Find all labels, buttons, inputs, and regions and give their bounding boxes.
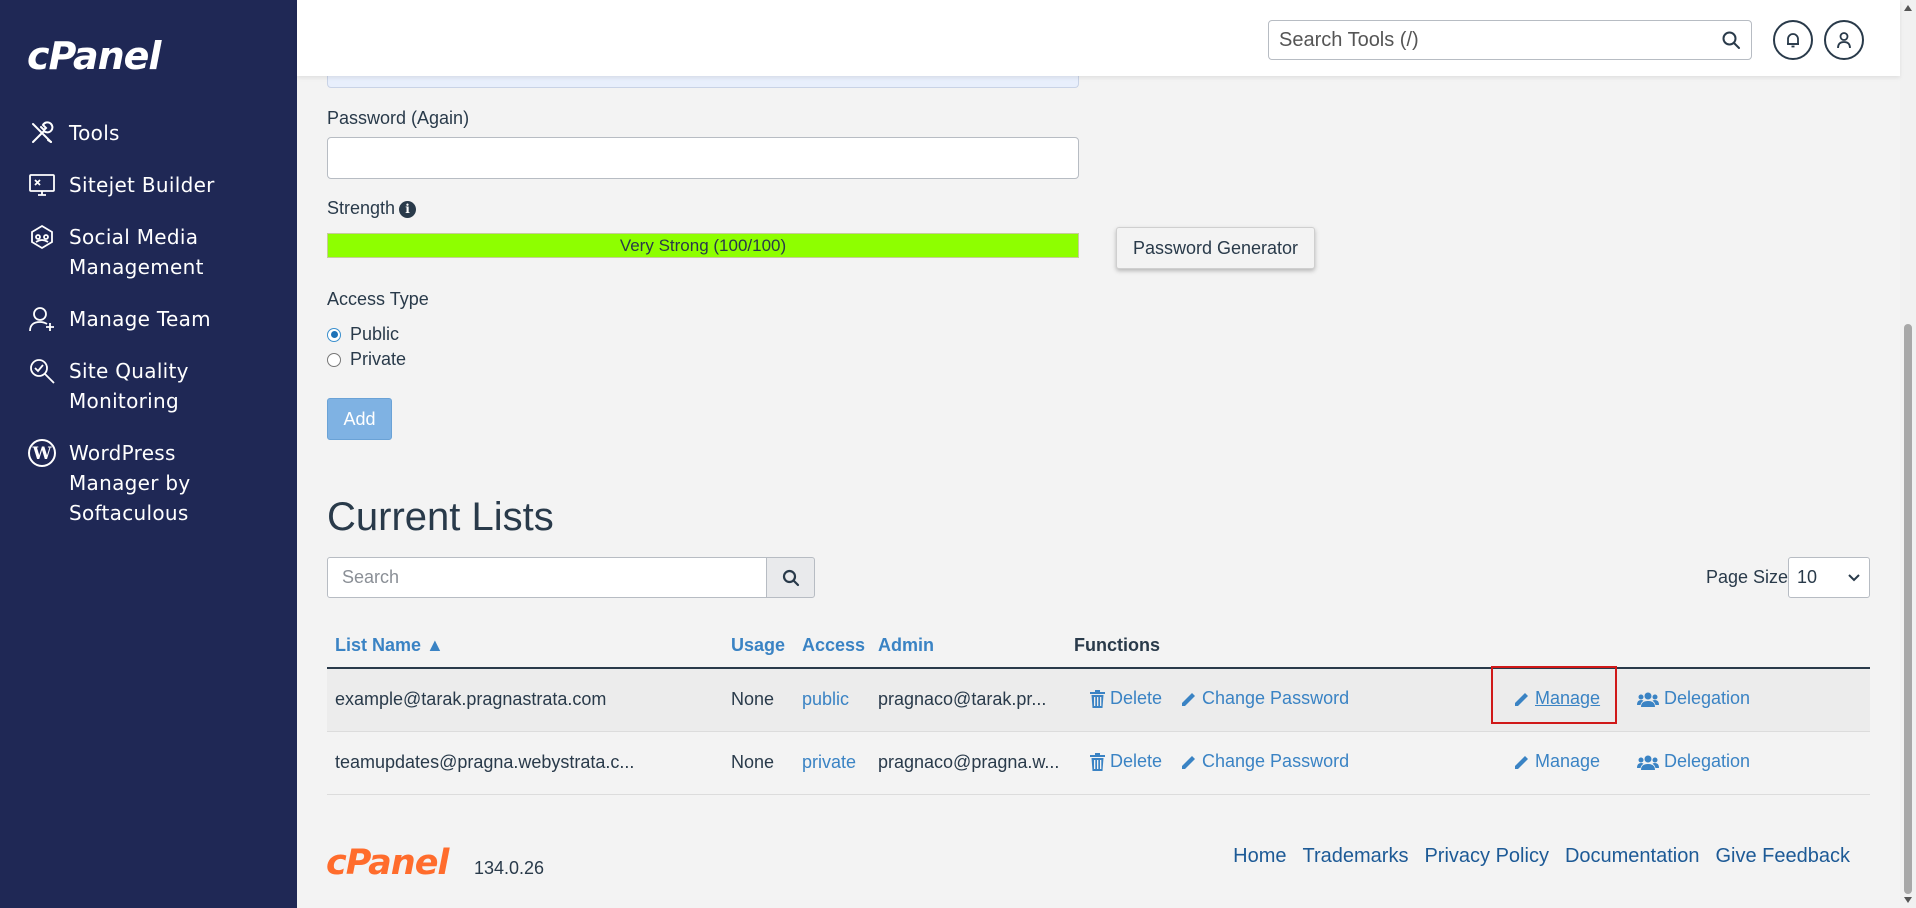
manage-link[interactable]: Manage [1514, 751, 1600, 772]
monitor-icon [27, 170, 57, 200]
add-button[interactable]: Add [327, 398, 392, 440]
sidebar-item-manage-team[interactable]: Manage Team [0, 304, 297, 334]
password-generator-button[interactable]: Password Generator [1116, 227, 1315, 269]
current-lists-heading: Current Lists [327, 495, 554, 539]
scroll-up-arrow[interactable] [1904, 5, 1912, 11]
info-icon[interactable]: i [399, 201, 417, 218]
top-header [297, 0, 1900, 76]
strength-label: Strength [327, 198, 396, 218]
trash-icon [1090, 689, 1105, 708]
version-text: 134.0.26 [474, 858, 545, 878]
delegation-link[interactable]: Delegation [1637, 688, 1750, 709]
private-radio-label: Private [350, 349, 407, 369]
user-menu-button[interactable] [1824, 20, 1864, 60]
page-size-value: 10 [1797, 567, 1818, 587]
sidebar: cPanel Tools Sitejet Builder Social Medi… [0, 0, 297, 908]
tools-icon [27, 118, 57, 148]
users-icon [1637, 692, 1659, 707]
chevron-down-icon [1848, 574, 1860, 582]
scroll-down-arrow[interactable] [1904, 897, 1912, 903]
footer-link-documentation[interactable]: Documentation [1565, 845, 1700, 868]
column-admin[interactable]: Admin [878, 635, 934, 656]
sidebar-nav: Tools Sitejet Builder Social Media Manag… [0, 118, 297, 550]
strength-label-row: Strength i [327, 198, 417, 219]
sidebar-item-label: WordPress Manager by Softaculous [69, 441, 191, 525]
pencil-icon [1515, 755, 1528, 769]
search-tools-input[interactable] [1269, 21, 1689, 59]
footer-links: Home Trademarks Privacy Policy Documenta… [1233, 845, 1850, 868]
access-private-option[interactable]: Private [327, 349, 406, 370]
search-tools-box [1268, 20, 1752, 60]
search-icon [782, 569, 799, 586]
user-icon [1837, 32, 1851, 49]
bell-icon [1787, 33, 1799, 48]
sidebar-item-label: Tools [69, 121, 120, 145]
search-icon[interactable] [1721, 30, 1741, 50]
list-search-input[interactable] [328, 558, 766, 597]
delegation-link[interactable]: Delegation [1637, 751, 1750, 772]
password-again-label: Password (Again) [327, 108, 470, 128]
table-row: teamupdates@pragna.webystrata.c... None … [327, 732, 1870, 795]
usage-cell: None [731, 752, 775, 772]
change-password-link[interactable]: Change Password [1181, 751, 1349, 772]
lists-table: List Name ▲ Usage Access Admin Functions… [327, 624, 1870, 795]
sidebar-item-tools[interactable]: Tools [0, 118, 297, 148]
pencil-icon [1182, 755, 1195, 769]
access-link[interactable]: public [802, 689, 849, 710]
svg-text:W: W [31, 444, 52, 464]
sidebar-item-label: Site Quality Monitoring [69, 359, 189, 413]
table-row: example@tarak.pragnastrata.com None publ… [327, 666, 1870, 732]
footer-link-feedback[interactable]: Give Feedback [1715, 845, 1850, 868]
delete-link[interactable]: Delete [1090, 751, 1162, 772]
column-usage[interactable]: Usage [731, 635, 785, 656]
pencil-icon [1182, 692, 1195, 706]
magnify-icon [27, 356, 57, 386]
page-size-select[interactable]: 10 [1788, 557, 1870, 598]
list-name-cell: example@tarak.pragnastrata.com [335, 689, 607, 709]
admin-cell: pragnaco@pragna.w... [878, 752, 1060, 772]
sidebar-item-label: Sitejet Builder [69, 173, 215, 197]
password-again-input[interactable] [327, 137, 1079, 179]
access-link[interactable]: private [802, 752, 856, 773]
footer-link-privacy[interactable]: Privacy Policy [1424, 845, 1548, 868]
change-password-link[interactable]: Change Password [1181, 688, 1349, 709]
delete-link[interactable]: Delete [1090, 688, 1162, 709]
usage-cell: None [731, 689, 775, 709]
sidebar-item-social-media[interactable]: Social Media Management [0, 222, 297, 282]
access-public-option[interactable]: Public [327, 324, 399, 345]
users-icon [1637, 755, 1659, 770]
wordpress-icon: W [27, 438, 57, 468]
table-header: List Name ▲ Usage Access Admin Functions [327, 624, 1870, 669]
page-size-label: Page Size [1706, 567, 1789, 587]
main-content: Password (Again) Strength i Very Strong (… [297, 0, 1900, 908]
page-scrollbar[interactable] [1900, 0, 1916, 908]
public-radio-label: Public [350, 324, 400, 344]
user-plus-icon [27, 304, 57, 334]
trash-icon [1090, 752, 1105, 771]
column-functions: Functions [1074, 635, 1160, 655]
sidebar-item-sitejet[interactable]: Sitejet Builder [0, 170, 297, 200]
footer-link-home[interactable]: Home [1233, 845, 1286, 868]
column-list-name[interactable]: List Name ▲ [335, 635, 444, 656]
column-access[interactable]: Access [802, 635, 865, 656]
manage-highlight [1491, 666, 1617, 724]
list-name-cell: teamupdates@pragna.webystrata.c... [335, 752, 635, 772]
sidebar-item-wordpress[interactable]: W WordPress Manager by Softaculous [0, 438, 297, 528]
public-radio[interactable] [327, 327, 341, 342]
notifications-button[interactable] [1773, 20, 1813, 60]
footer-cpanel-logo[interactable]: cPanel [326, 843, 449, 883]
strength-meter: Very Strong (100/100) [327, 233, 1079, 258]
private-radio[interactable] [327, 352, 341, 367]
list-search-box [327, 557, 767, 598]
social-icon [27, 222, 57, 252]
access-type-label: Access Type [327, 289, 429, 309]
sidebar-item-label: Social Media Management [69, 225, 204, 279]
sidebar-item-label: Manage Team [69, 307, 211, 331]
list-search-button[interactable] [766, 557, 815, 598]
cpanel-logo[interactable]: cPanel [27, 34, 161, 78]
admin-cell: pragnaco@tarak.pr... [878, 689, 1047, 709]
sidebar-item-site-quality[interactable]: Site Quality Monitoring [0, 356, 297, 416]
scrollbar-thumb[interactable] [1904, 324, 1912, 894]
footer-link-trademarks[interactable]: Trademarks [1303, 845, 1409, 868]
